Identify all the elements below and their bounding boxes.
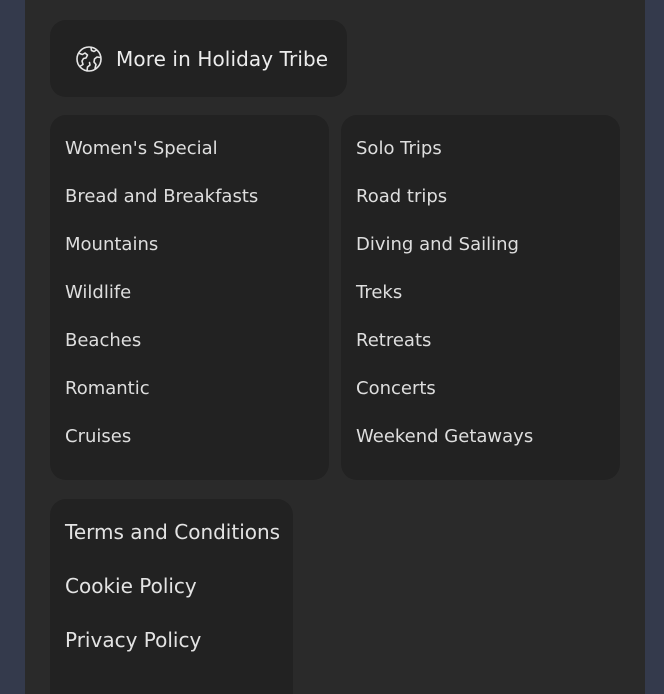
link-weekend-getaways[interactable]: Weekend Getaways <box>356 425 533 449</box>
link-terms-and-conditions[interactable]: Terms and Conditions <box>65 519 280 545</box>
legal-links-card: Terms and Conditions Cookie Policy Priva… <box>50 499 293 694</box>
link-concerts[interactable]: Concerts <box>356 377 436 401</box>
link-womens-special[interactable]: Women's Special <box>65 137 218 161</box>
link-retreats[interactable]: Retreats <box>356 329 431 353</box>
link-diving-and-sailing[interactable]: Diving and Sailing <box>356 233 519 257</box>
categories-card-right: Solo Trips Road trips Diving and Sailing… <box>341 115 620 480</box>
categories-card-left: Women's Special Bread and Breakfasts Mou… <box>50 115 329 480</box>
link-treks[interactable]: Treks <box>356 281 402 305</box>
link-romantic[interactable]: Romantic <box>65 377 150 401</box>
link-bread-and-breakfasts[interactable]: Bread and Breakfasts <box>65 185 258 209</box>
link-solo-trips[interactable]: Solo Trips <box>356 137 442 161</box>
globe-icon <box>75 45 103 73</box>
link-road-trips[interactable]: Road trips <box>356 185 447 209</box>
link-cruises[interactable]: Cruises <box>65 425 131 449</box>
footer-panel: More in Holiday Tribe Women's Special Br… <box>25 0 645 694</box>
link-cookie-policy[interactable]: Cookie Policy <box>65 573 197 599</box>
link-wildlife[interactable]: Wildlife <box>65 281 131 305</box>
header-title: More in Holiday Tribe <box>116 46 329 71</box>
link-privacy-policy[interactable]: Privacy Policy <box>65 627 201 653</box>
link-mountains[interactable]: Mountains <box>65 233 158 257</box>
more-in-holiday-tribe-header[interactable]: More in Holiday Tribe <box>50 20 347 97</box>
link-beaches[interactable]: Beaches <box>65 329 141 353</box>
